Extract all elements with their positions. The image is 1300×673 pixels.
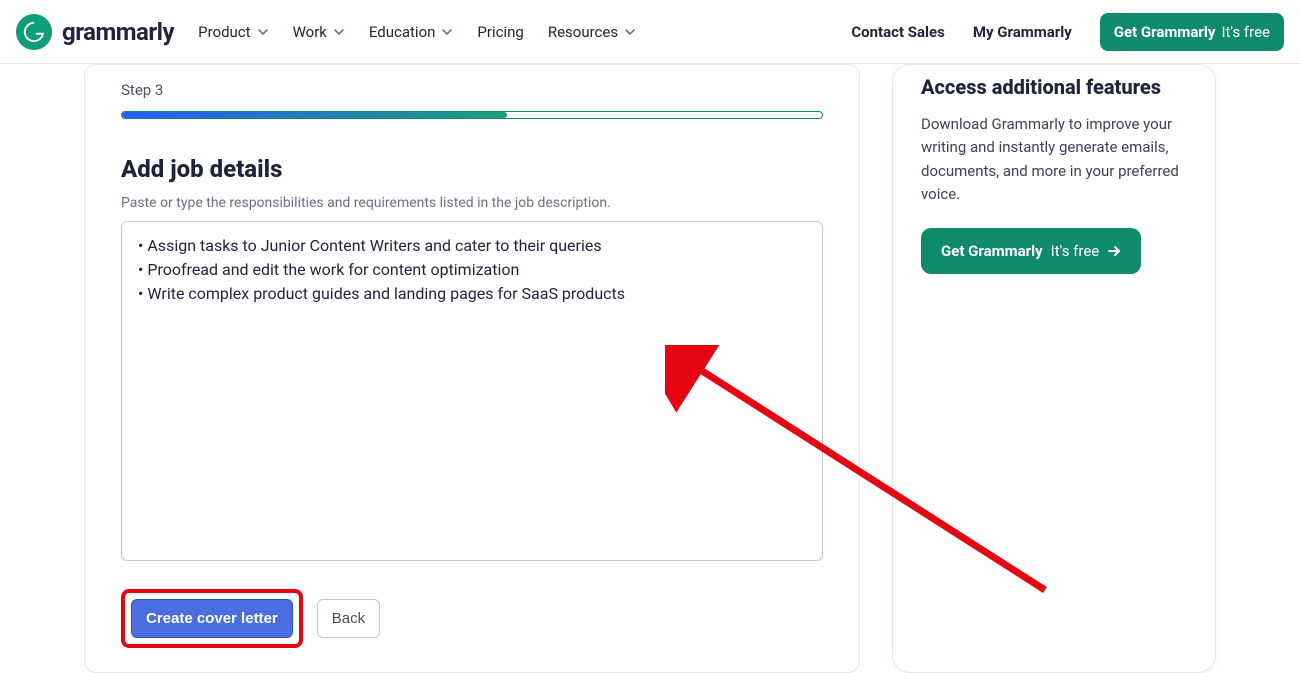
nav-work-label: Work [293,23,327,41]
job-details-textarea[interactable] [121,221,823,561]
progress-fill [122,112,507,118]
nav-education-label: Education [369,23,436,41]
chevron-down-icon [257,26,269,38]
nav-product[interactable]: Product [198,23,268,41]
section-subtitle: Paste or type the responsibilities and r… [121,195,823,211]
arrow-right-icon [1107,244,1121,258]
nav-pricing-label: Pricing [477,23,523,41]
nav-product-label: Product [198,23,250,41]
back-button[interactable]: Back [317,599,380,638]
primary-nav: Product Work Education Pricing Resources [198,23,636,41]
section-title: Add job details [121,155,823,183]
create-cover-letter-button[interactable]: Create cover letter [131,599,293,638]
promo-cta-light: It's free [1051,242,1100,260]
nav-resources[interactable]: Resources [548,23,636,41]
annotation-highlight: Create cover letter [121,589,303,648]
nav-pricing[interactable]: Pricing [477,23,523,41]
chevron-down-icon [624,26,636,38]
chevron-down-icon [333,26,345,38]
promo-cta-bold: Get Grammarly [941,242,1043,260]
promo-title: Access additional features [921,75,1187,99]
promo-get-grammarly-button[interactable]: Get Grammarly It's free [921,228,1141,274]
chevron-down-icon [441,26,453,38]
promo-card: Access additional features Download Gram… [892,64,1216,673]
logo[interactable]: grammarly [16,14,174,50]
contact-sales-link[interactable]: Contact Sales [851,23,944,41]
get-grammarly-button[interactable]: Get Grammarly It's free [1100,13,1284,51]
wizard-actions: Create cover letter Back [85,589,859,648]
wizard-card: Step 3 Add job details Paste or type the… [84,64,860,673]
cta-bold: Get Grammarly [1114,23,1216,41]
brand-name: grammarly [62,18,174,46]
progress-bar [121,111,823,119]
header-right: Contact Sales My Grammarly Get Grammarly… [851,13,1284,51]
my-grammarly-link[interactable]: My Grammarly [973,23,1072,41]
nav-work[interactable]: Work [293,23,345,41]
cta-light: It's free [1221,23,1270,41]
step-label: Step 3 [121,81,823,99]
promo-text: Download Grammarly to improve your writi… [921,113,1187,206]
nav-resources-label: Resources [548,23,618,41]
grammarly-logo-icon [16,14,52,50]
nav-education[interactable]: Education [369,23,454,41]
site-header: grammarly Product Work Education Pricing… [0,0,1300,64]
